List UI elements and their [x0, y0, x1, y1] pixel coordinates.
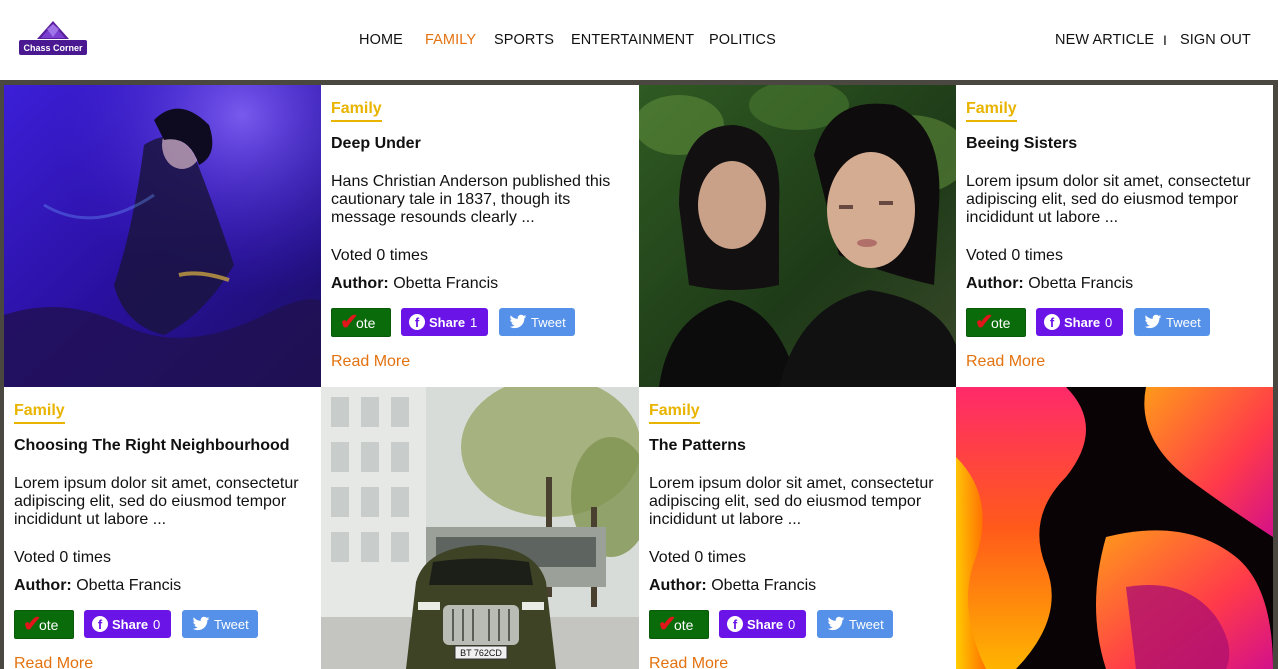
facebook-icon: f — [409, 314, 425, 330]
article-image-neighbourhood[interactable]: BT 762CD — [321, 387, 639, 669]
twitter-bird-icon — [827, 616, 845, 631]
share-count: 0 — [1105, 315, 1113, 330]
article-excerpt: Hans Christian Anderson published this c… — [331, 173, 611, 226]
article-author: Author: Obetta Francis — [331, 275, 498, 293]
share-label: Share — [429, 315, 466, 330]
author-label: Author: — [331, 275, 389, 292]
facebook-share-button[interactable]: f Share 0 — [719, 610, 806, 638]
share-label: Share — [747, 617, 784, 632]
vote-label: ote — [39, 617, 59, 633]
article-grid: Family Deep Under Hans Christian Anderso… — [0, 80, 1278, 669]
author-label: Author: — [966, 275, 1024, 292]
vote-label: ote — [991, 315, 1011, 331]
author-name: Obetta Francis — [711, 577, 817, 594]
vote-button[interactable]: ✔ ote — [649, 610, 709, 639]
category-badge[interactable]: Family — [331, 100, 382, 122]
nav-sports[interactable]: SPORTS — [494, 32, 554, 48]
article-author: Author: Obetta Francis — [649, 577, 816, 595]
author-name: Obetta Francis — [1028, 275, 1134, 292]
article-title[interactable]: Beeing Sisters — [966, 135, 1077, 153]
new-article-link[interactable]: NEW ARTICLE — [1055, 32, 1154, 48]
facebook-share-button[interactable]: f Share 0 — [84, 610, 171, 638]
site-header: Chass Corner HOME FAMILY SPORTS ENTERTAI… — [0, 0, 1278, 80]
article-title[interactable]: Deep Under — [331, 135, 421, 153]
article-image-patterns[interactable] — [956, 387, 1273, 669]
nav-home[interactable]: HOME — [359, 32, 403, 48]
share-count: 1 — [470, 315, 478, 330]
share-label: Share — [112, 617, 149, 632]
vote-button[interactable]: ✔ ote — [966, 308, 1026, 337]
article-excerpt: Lorem ipsum dolor sit amet, consectetur … — [649, 475, 934, 528]
facebook-share-button[interactable]: f Share 1 — [401, 308, 488, 336]
article-card: Family Deep Under Hans Christian Anderso… — [321, 85, 639, 387]
tweet-button[interactable]: Tweet — [1134, 308, 1210, 336]
read-more-link[interactable]: Read More — [966, 353, 1045, 371]
nav-politics[interactable]: POLITICS — [709, 32, 776, 48]
vote-count: Voted 0 times — [649, 549, 746, 566]
author-name: Obetta Francis — [393, 275, 499, 292]
license-plate: BT 762CD — [460, 648, 502, 658]
facebook-icon: f — [1044, 314, 1060, 330]
car-street-photo: BT 762CD — [321, 387, 639, 669]
article-card: Family Beeing Sisters Lorem ipsum dolor … — [956, 85, 1273, 387]
tweet-button[interactable]: Tweet — [817, 610, 893, 638]
article-image-beeing-sisters[interactable] — [639, 85, 956, 387]
tweet-label: Tweet — [214, 617, 249, 632]
twitter-bird-icon — [1144, 314, 1162, 329]
tweet-label: Tweet — [1166, 315, 1201, 330]
twitter-bird-icon — [192, 616, 210, 631]
category-badge[interactable]: Family — [14, 402, 65, 424]
sign-out-link[interactable]: SIGN OUT — [1180, 32, 1251, 48]
author-label: Author: — [649, 577, 707, 594]
share-label: Share — [1064, 315, 1101, 330]
tweet-label: Tweet — [531, 315, 566, 330]
underwater-woman-photo — [4, 85, 321, 387]
vote-count: Voted 0 times — [331, 247, 428, 264]
tweet-button[interactable]: Tweet — [182, 610, 258, 638]
share-count: 0 — [153, 617, 161, 632]
two-women-photo — [639, 85, 956, 387]
author-label: Author: — [14, 577, 72, 594]
vote-count: Voted 0 times — [966, 247, 1063, 264]
facebook-icon: f — [727, 616, 743, 632]
article-title[interactable]: Choosing The Right Neighbourhood — [14, 437, 290, 455]
twitter-bird-icon — [509, 314, 527, 329]
article-card: Family Choosing The Right Neighbourhood … — [4, 387, 321, 669]
article-title[interactable]: The Patterns — [649, 437, 746, 455]
nav-family[interactable]: FAMILY — [425, 32, 476, 48]
facebook-share-button[interactable]: f Share 0 — [1036, 308, 1123, 336]
read-more-link[interactable]: Read More — [14, 655, 93, 669]
vote-label: ote — [674, 617, 694, 633]
vote-button[interactable]: ✔ ote — [14, 610, 74, 639]
article-author: Author: Obetta Francis — [14, 577, 181, 595]
facebook-icon: f — [92, 616, 108, 632]
nav-entertainment[interactable]: ENTERTAINMENT — [571, 32, 694, 48]
read-more-link[interactable]: Read More — [331, 353, 410, 371]
category-badge[interactable]: Family — [966, 100, 1017, 122]
author-name: Obetta Francis — [76, 577, 182, 594]
vote-button[interactable]: ✔ ote — [331, 308, 391, 337]
vote-label: ote — [356, 315, 376, 331]
read-more-link[interactable]: Read More — [649, 655, 728, 669]
abstract-gradient-image — [956, 387, 1273, 669]
category-badge[interactable]: Family — [649, 402, 700, 424]
article-excerpt: Lorem ipsum dolor sit amet, consectetur … — [966, 173, 1251, 226]
vote-count: Voted 0 times — [14, 549, 111, 566]
article-author: Author: Obetta Francis — [966, 275, 1133, 293]
article-excerpt: Lorem ipsum dolor sit amet, consectetur … — [14, 475, 299, 528]
article-image-deep-under[interactable] — [4, 85, 321, 387]
main-nav: HOME FAMILY SPORTS ENTERTAINMENT POLITIC… — [0, 32, 1278, 50]
share-count: 0 — [788, 617, 796, 632]
article-card: Family The Patterns Lorem ipsum dolor si… — [639, 387, 956, 669]
tweet-button[interactable]: Tweet — [499, 308, 575, 336]
nav-separator: I — [1163, 32, 1167, 48]
tweet-label: Tweet — [849, 617, 884, 632]
